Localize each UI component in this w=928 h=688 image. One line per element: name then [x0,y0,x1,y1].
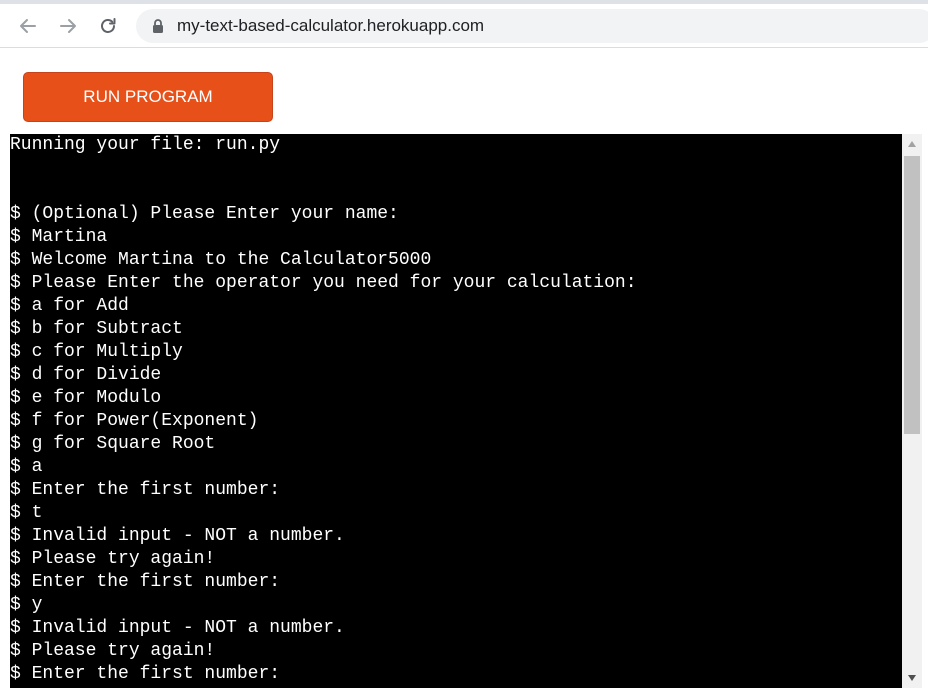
terminal-scrollbar[interactable] [902,134,922,688]
terminal-lines: Running your file: run.py $ (Optional) Pl… [10,134,637,686]
address-bar[interactable]: my-text-based-calculator.herokuapp.com [136,9,928,43]
terminal-line: $ Enter the first number: [10,572,281,592]
terminal-line: $ a [10,457,43,477]
lock-icon[interactable] [150,18,166,34]
terminal-line: $ Please try again! [10,641,216,661]
arrow-right-icon [60,19,76,33]
terminal-line: Running your file: run.py [10,135,281,155]
terminal-line: $ g for Square Root [10,434,216,454]
reload-icon [101,18,116,33]
terminal-line: $ Invalid input - NOT a number. [10,526,345,546]
terminal-line: $ f for Power(Exponent) [10,411,259,431]
terminal-line: $ (Optional) Please Enter your name: [10,204,399,224]
triangle-up-icon [908,141,916,147]
url-text[interactable]: my-text-based-calculator.herokuapp.com [177,9,484,43]
terminal-line: $ e for Modulo [10,388,162,408]
terminal-line: $ c for Multiply [10,342,183,362]
arrow-left-icon [20,19,36,33]
terminal-line: $ t [10,503,43,523]
terminal-line: $ Please Enter the operator you need for… [10,273,637,293]
terminal-line: $ d for Divide [10,365,162,385]
terminal-line: $ Enter the first number: [10,664,281,684]
triangle-down-icon [908,675,916,681]
browser-toolbar: my-text-based-calculator.herokuapp.com [0,4,928,48]
scroll-up-button[interactable] [902,134,922,154]
terminal-output[interactable]: Running your file: run.py $ (Optional) Pl… [10,134,902,688]
run-program-button[interactable]: RUN PROGRAM [23,72,273,122]
terminal-line: $ y [10,595,43,615]
terminal-line: $ a for Add [10,296,129,316]
reload-button[interactable] [92,10,124,42]
forward-button[interactable] [52,10,84,42]
scroll-down-button[interactable] [902,668,922,688]
terminal-line: $ Welcome Martina to the Calculator5000 [10,250,432,270]
back-button[interactable] [12,10,44,42]
scroll-thumb[interactable] [904,156,920,434]
terminal-line: $ Invalid input - NOT a number. [10,618,345,638]
terminal-line: $ b for Subtract [10,319,183,339]
terminal-line: $ Enter the first number: [10,480,281,500]
terminal-line: $ Martina [10,227,108,247]
terminal-line: $ Please try again! [10,549,216,569]
